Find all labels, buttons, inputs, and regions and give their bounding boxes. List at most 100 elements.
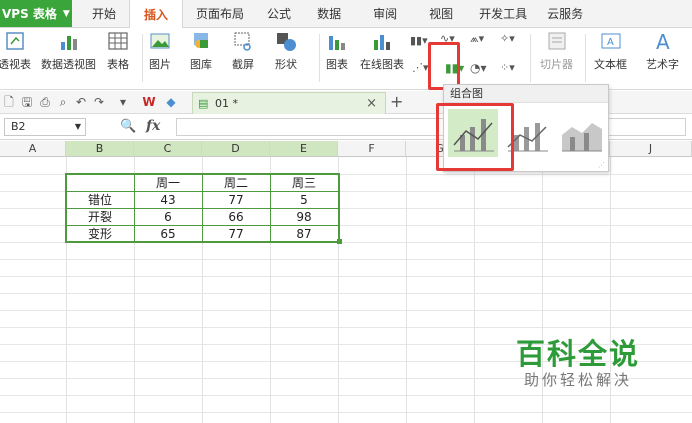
tab-label: 页面布局 xyxy=(196,7,245,21)
column-header-f[interactable]: F xyxy=(338,141,406,157)
ribbon-divider xyxy=(319,34,320,82)
table-cell[interactable]: 77 xyxy=(202,226,270,242)
ribbon-divider xyxy=(530,34,531,82)
tab-label: 视图 xyxy=(429,7,454,21)
svg-text:A: A xyxy=(656,30,670,52)
spreadsheet-file-icon: ▤ xyxy=(198,97,209,110)
pivot-chart-button[interactable]: 数据透视图 xyxy=(41,30,96,72)
picture-label: 图片 xyxy=(149,58,171,71)
column-chart-icon[interactable]: ▮▮▾ xyxy=(410,34,428,47)
table-cell[interactable]: 6 xyxy=(134,209,202,225)
chart-button[interactable]: 图表 xyxy=(326,30,348,72)
tab-label: 审阅 xyxy=(373,7,398,21)
table-cell[interactable]: 98 xyxy=(270,209,338,225)
tab-home[interactable]: 开始 xyxy=(72,0,129,27)
combo-chart-highlight xyxy=(428,42,460,90)
pivot-chart-icon xyxy=(58,30,80,52)
tab-insert[interactable]: 插入 xyxy=(129,0,184,29)
table-header-cell[interactable]: 周一 xyxy=(134,175,202,191)
resize-grip-icon[interactable]: ⋰ xyxy=(598,161,605,169)
zoom-icon[interactable]: 🔍 xyxy=(120,119,136,134)
table-header-cell[interactable]: 周二 xyxy=(202,175,270,191)
fill-handle[interactable] xyxy=(337,239,342,244)
save-icon[interactable]: 🖫 xyxy=(20,95,34,109)
slicer-button[interactable]: 切片器 xyxy=(540,30,573,72)
column-header-j[interactable]: J xyxy=(610,141,692,157)
new-file-icon[interactable]: 🗋 xyxy=(2,95,16,109)
grid-line xyxy=(0,412,692,413)
combo-area-bar-icon xyxy=(562,123,602,152)
undo-icon[interactable]: ↶ xyxy=(74,95,88,109)
column-header-c[interactable]: C xyxy=(134,141,202,157)
new-tab-button[interactable]: + xyxy=(390,92,403,111)
ribbon: 透视表 数据透视图 表格 图片 图库 截屏 形状 图表 在线图表 ▮▮▾ ∿▾ … xyxy=(0,28,692,90)
tab-review[interactable]: 审阅 xyxy=(357,0,413,27)
grid-line xyxy=(0,395,692,396)
tab-formulas[interactable]: 公式 xyxy=(257,0,301,27)
ribbon-divider xyxy=(585,34,586,82)
picture-button[interactable]: 图片 xyxy=(149,30,171,72)
app-menu-button[interactable]: VPS 表格 ▼ xyxy=(0,0,72,27)
screenshot-label: 截屏 xyxy=(232,58,254,71)
textbox-button[interactable]: A 文本框 xyxy=(594,30,627,72)
print-icon[interactable]: ⎙ xyxy=(38,95,52,109)
tab-page-layout[interactable]: 页面布局 xyxy=(183,0,257,27)
column-header-e[interactable]: E xyxy=(270,141,338,157)
tab-developer[interactable]: 开发工具 xyxy=(469,0,537,27)
table-button[interactable]: 表格 xyxy=(107,30,129,72)
online-chart-button[interactable]: 在线图表 xyxy=(360,30,404,72)
name-box[interactable]: B2 ▼ xyxy=(4,118,86,136)
grid-line xyxy=(0,259,692,260)
print-preview-icon[interactable]: ⌕ xyxy=(56,95,70,109)
table-cell[interactable]: 65 xyxy=(134,226,202,242)
combo-option-3[interactable] xyxy=(556,109,606,157)
shapes-button[interactable]: 形状 xyxy=(275,30,297,72)
tab-label: 云服务 xyxy=(547,7,584,21)
bar-chart-icon xyxy=(326,30,348,52)
column-header-b[interactable]: B xyxy=(66,141,134,157)
document-tab[interactable]: ▤ 01 * × xyxy=(192,92,386,114)
grid-line xyxy=(474,157,475,423)
wps-logo-icon[interactable]: W xyxy=(142,95,156,109)
shapes-icon xyxy=(275,30,297,52)
table-cell[interactable]: 87 xyxy=(270,226,338,242)
watermark-title: 百科全说 xyxy=(516,337,641,371)
pivot-table-button[interactable]: 透视表 xyxy=(0,30,31,72)
tab-view[interactable]: 视图 xyxy=(413,0,469,27)
table-cell[interactable]: 43 xyxy=(134,192,202,208)
close-icon[interactable]: × xyxy=(366,96,377,111)
ribbon-divider xyxy=(142,34,143,82)
column-header-d[interactable]: D xyxy=(202,141,270,157)
table-cell[interactable]: 5 xyxy=(270,192,338,208)
chart-label: 图表 xyxy=(326,58,348,71)
formula-input[interactable] xyxy=(176,118,686,136)
gallery-button[interactable]: 图库 xyxy=(190,30,212,72)
wordart-button[interactable]: A 艺术字 xyxy=(646,30,679,72)
spreadsheet-app: VPS 表格 ▼ 开始 插入 页面布局 公式 数据 审阅 视图 开发工具 云服务… xyxy=(0,0,692,423)
pie-chart-icon[interactable]: ◔▾ xyxy=(470,61,487,75)
grid-line xyxy=(406,157,407,423)
table-cell[interactable]: 77 xyxy=(202,192,270,208)
scatter-chart-icon[interactable]: ⋰▾ xyxy=(412,61,429,74)
pivot-table-icon xyxy=(4,30,26,52)
chevron-down-icon[interactable]: ▾ xyxy=(116,95,130,109)
fx-icon[interactable]: fx xyxy=(146,118,160,134)
table-cell[interactable]: 66 xyxy=(202,209,270,225)
dotted-chart-icon[interactable]: ⁘▾ xyxy=(500,61,515,74)
document-tab-label: 01 * xyxy=(215,97,238,110)
picture-icon xyxy=(149,30,171,52)
table-row-label[interactable]: 开裂 xyxy=(66,209,134,225)
textbox-label: 文本框 xyxy=(594,58,627,71)
tab-cloud[interactable]: 云服务 xyxy=(537,0,593,27)
screenshot-button[interactable]: 截屏 xyxy=(232,30,254,72)
redo-icon[interactable]: ↷ xyxy=(92,95,106,109)
table-row-label[interactable]: 错位 xyxy=(66,192,134,208)
cube-icon[interactable]: ◆ xyxy=(164,95,178,109)
column-header-a[interactable]: A xyxy=(0,141,66,157)
tab-data[interactable]: 数据 xyxy=(301,0,357,27)
table-header-cell[interactable]: 周三 xyxy=(270,175,338,191)
table-row-label[interactable]: 变形 xyxy=(66,226,134,242)
menu-bar: VPS 表格 ▼ 开始 插入 页面布局 公式 数据 审阅 视图 开发工具 云服务 xyxy=(0,0,692,29)
radar-chart-icon[interactable]: ✧▾ xyxy=(500,32,515,45)
area-chart-icon[interactable]: ⩕▾ xyxy=(470,32,484,46)
